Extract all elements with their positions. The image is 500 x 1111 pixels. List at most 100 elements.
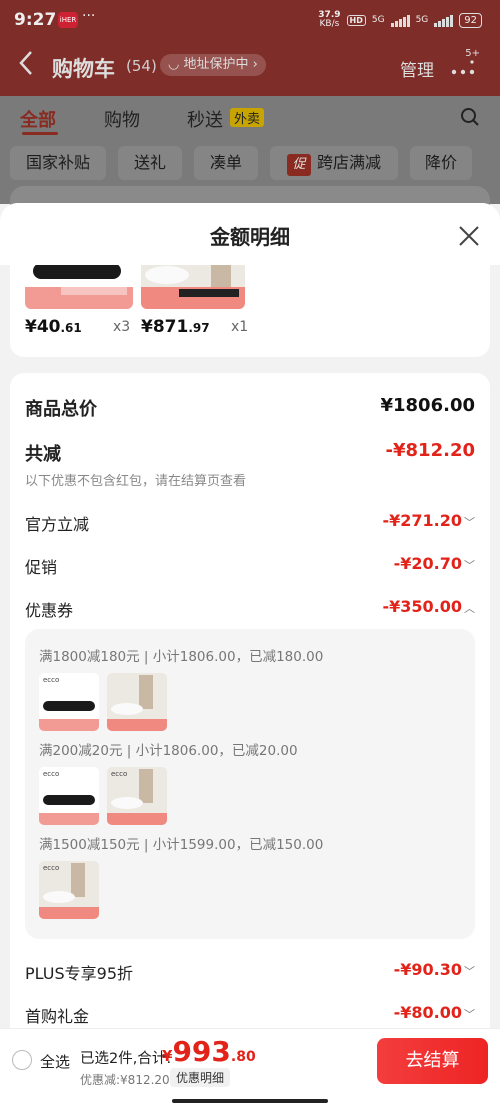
- hd-icon: HD: [346, 14, 366, 26]
- promotion-amount: -¥20.70: [393, 554, 462, 573]
- total-price: ¥993.80: [162, 1035, 256, 1068]
- sheet-title: 金额明细: [210, 225, 290, 249]
- brand-logo: ecco: [111, 770, 127, 778]
- more-menu-button[interactable]: 5+: [448, 48, 480, 82]
- select-all-radio[interactable]: [12, 1050, 32, 1070]
- cart-tabs: 全部 购物 秒送 外卖: [0, 96, 500, 140]
- coupon-value: -¥350.00 ︿: [382, 597, 475, 616]
- takeout-badge: 外卖: [230, 108, 265, 127]
- product-price-dec: .61: [60, 321, 82, 335]
- page-title: 购物车: [52, 57, 115, 81]
- sheet-header: 金额明细: [0, 203, 500, 265]
- status-right: 37.9 KB/s HD 5G 5G 92: [318, 11, 482, 29]
- chevron-down-icon: ﹀: [464, 559, 475, 572]
- promotion-value: -¥20.70 ﹀: [394, 554, 475, 573]
- selected-summary: 已选2件,合计:: [80, 1051, 172, 1067]
- plus-discount-label: PLUS专享95折: [25, 964, 133, 983]
- chip-price-drop[interactable]: 降价: [410, 146, 472, 180]
- address-protection-label: 地址保护中: [183, 57, 249, 72]
- tab-all[interactable]: 全部: [20, 106, 56, 132]
- chip-national-subsidy[interactable]: 国家补贴: [10, 146, 106, 180]
- product-thumb-shoe: [107, 673, 167, 731]
- coupon-line: 满1800减180元 | 小计1806.00，已减180.00: [39, 649, 324, 665]
- chevron-down-icon: ﹀: [464, 1008, 475, 1021]
- more-badge: 5+: [465, 48, 480, 59]
- plus-discount-row[interactable]: PLUS专享95折 -¥90.30 ﹀: [25, 960, 475, 984]
- coupon-row[interactable]: 优惠券 -¥350.00 ︿: [25, 597, 475, 621]
- checkout-button[interactable]: 去结算: [377, 1038, 488, 1084]
- brand-logo: ecco: [43, 770, 59, 778]
- goods-total-label: 商品总价: [25, 399, 97, 420]
- price-detail-card: 商品总价 ¥1806.00 共减 -¥812.20 以下优惠不包含红包，请在结算…: [10, 373, 490, 1111]
- total-reduce-row: 共减 -¥812.20: [25, 440, 475, 466]
- product-price-dec: .97: [188, 321, 210, 335]
- product-thumb-shoe: ecco: [39, 861, 99, 919]
- coupon-line: 满1500减150元 | 小计1599.00，已减150.00: [39, 837, 324, 853]
- net-speed-unit: KB/s: [319, 19, 340, 29]
- amount-detail-sheet: 金额明细 ¥40.61 x3 ¥871.97 x1 商品总价 ¥1806.00 …: [0, 203, 500, 1111]
- tab-flash[interactable]: 秒送: [187, 106, 223, 132]
- signal-icon: [390, 14, 410, 27]
- status-bar: 9:27 iHER ··· 37.9 KB/s HD 5G 5G 92: [0, 0, 500, 40]
- product-image: [25, 265, 133, 309]
- close-icon[interactable]: [456, 223, 482, 249]
- coupon-line: 满200减20元 | 小计1806.00，已减20.00: [39, 743, 298, 759]
- first-purchase-label: 首购礼金: [25, 1007, 90, 1026]
- products-card: ¥40.61 x3 ¥871.97 x1: [10, 265, 490, 357]
- official-discount-label: 官方立减: [25, 515, 90, 534]
- coupon-label: 优惠券: [25, 601, 74, 620]
- chip-combine[interactable]: 凑单: [194, 146, 258, 180]
- address-protection-pill[interactable]: ◡ 地址保护中 ›: [160, 54, 266, 76]
- discount-summary: 优惠减:¥812.20: [80, 1073, 170, 1087]
- promotion-row[interactable]: 促销 -¥20.70 ﹀: [25, 554, 475, 578]
- brand-logo: ecco: [43, 864, 59, 872]
- tab-underline: [22, 132, 58, 135]
- more-notifications-icon: ···: [82, 8, 96, 24]
- product-price-int: ¥40: [25, 317, 61, 337]
- chevron-down-icon: ﹀: [464, 516, 475, 529]
- product-qty: x1: [231, 319, 249, 335]
- manage-button[interactable]: 管理: [400, 56, 434, 81]
- total-dec: .80: [230, 1049, 256, 1065]
- tab-shop[interactable]: 购物: [104, 106, 140, 132]
- chip-cross-store[interactable]: 促跨店满减: [270, 146, 398, 180]
- chevron-up-icon: ︿: [464, 602, 475, 615]
- first-purchase-row[interactable]: 首购礼金 -¥80.00 ﹀: [25, 1003, 475, 1027]
- signal-5g-label-2: 5G: [415, 15, 429, 25]
- first-purchase-amount: -¥80.00: [393, 1003, 462, 1022]
- plus-discount-value: -¥90.30 ﹀: [394, 960, 475, 979]
- smile-icon: ◡: [168, 57, 184, 72]
- status-time: 9:27: [14, 10, 57, 30]
- product-price-int: ¥871: [141, 317, 189, 337]
- net-speed: 37.9 KB/s: [318, 11, 340, 29]
- first-purchase-value: -¥80.00 ﹀: [394, 1003, 475, 1022]
- discount-detail-button[interactable]: 优惠明细: [170, 1068, 231, 1087]
- select-all-label[interactable]: 全选: [40, 1051, 70, 1072]
- app-notification-icon: iHER: [58, 12, 78, 28]
- home-indicator: [172, 1099, 328, 1103]
- plus-discount-amount: -¥90.30: [393, 960, 462, 979]
- search-icon[interactable]: [460, 107, 480, 127]
- goods-total-row: 商品总价 ¥1806.00: [25, 395, 475, 421]
- battery-icon: 92: [459, 12, 482, 28]
- total-int: 993: [172, 1035, 231, 1068]
- signal-icon-2: [434, 14, 454, 27]
- chevron-down-icon: ﹀: [464, 965, 475, 978]
- total-reduce-label: 共减: [25, 444, 61, 465]
- product-thumb-lace: ecco: [39, 673, 99, 731]
- product-thumb-lace: ecco: [39, 767, 99, 825]
- official-discount-row[interactable]: 官方立减 -¥271.20 ﹀: [25, 511, 475, 535]
- back-arrow-icon[interactable]: [18, 50, 34, 82]
- promotion-label: 促销: [25, 558, 58, 577]
- official-discount-value: -¥271.20 ﹀: [382, 511, 475, 530]
- chip-gift[interactable]: 送礼: [118, 146, 182, 180]
- cart-count: (54): [126, 57, 157, 75]
- goods-total-value: ¥1806.00: [380, 395, 475, 416]
- cart-nav-bar: 购物车 (54) ◡ 地址保护中 › 管理 5+: [0, 40, 500, 96]
- product-thumb-shoe: ecco: [107, 767, 167, 825]
- product-price: ¥40.61: [25, 317, 82, 337]
- product-image: [141, 265, 245, 309]
- product-price: ¥871.97: [141, 317, 210, 337]
- chip-cross-store-label: 跨店满减: [316, 153, 381, 172]
- signal-5g-label-1: 5G: [371, 15, 385, 25]
